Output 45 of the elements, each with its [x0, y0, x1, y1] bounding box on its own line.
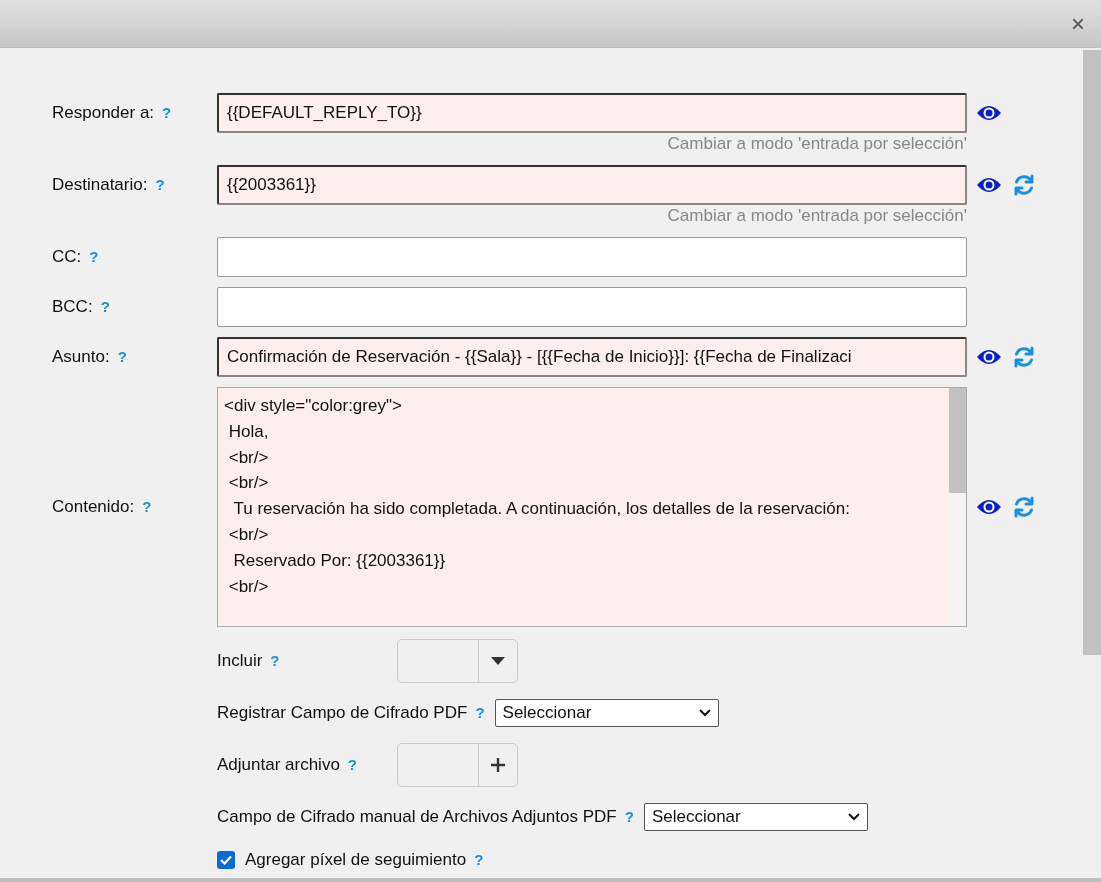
checkbox[interactable] [217, 850, 235, 869]
close-button[interactable]: × [1071, 11, 1085, 36]
field-label: Asunto: [52, 346, 110, 369]
eye-icon[interactable] [976, 497, 1002, 517]
refresh-icon[interactable] [1012, 495, 1036, 519]
chevron-down-icon [847, 813, 860, 821]
refresh-icon[interactable] [1012, 173, 1036, 197]
refresh-icon[interactable] [1012, 345, 1036, 369]
select-field[interactable]: Seleccionar [643, 803, 868, 831]
option-label: Registrar Campo de Cifrado PDF [217, 702, 468, 725]
chevron-down-icon [698, 709, 711, 717]
help-link[interactable]: ? [475, 701, 485, 725]
help-link[interactable]: ? [347, 753, 357, 777]
help-link[interactable]: ? [89, 245, 99, 269]
field-label: Contenido: [52, 496, 135, 519]
field-label: BCC: [52, 296, 93, 319]
eye-icon[interactable] [976, 175, 1002, 195]
text-field[interactable]: {{DEFAULT_REPLY_TO}} [217, 93, 967, 133]
select-field[interactable]: Seleccionar [494, 699, 719, 727]
mode-switch-link[interactable]: Cambiar a modo 'entrada por selección' [667, 205, 967, 227]
help-link[interactable]: ? [270, 649, 280, 673]
check-icon [220, 854, 232, 865]
help-link[interactable]: ? [624, 805, 634, 829]
field-label: Destinatario: [52, 174, 148, 197]
option-label: Agregar píxel de seguimiento [245, 849, 467, 871]
eye-icon[interactable] [976, 347, 1002, 367]
help-link[interactable]: ? [142, 495, 152, 519]
help-link[interactable]: ? [100, 295, 110, 319]
eye-icon[interactable] [976, 103, 1002, 123]
option-label: Campo de Cifrado manual de Archivos Adjuntos PDF [217, 806, 617, 829]
text-field[interactable]: Confirmación de Reservación - {{Sala}} - [{{Fecha de Inicio}}]: {{Fecha de Finalizaci [217, 337, 967, 377]
field-label: CC: [52, 246, 82, 269]
option-label: Incluir [217, 650, 263, 673]
text-field[interactable] [217, 287, 967, 327]
help-link[interactable]: ? [155, 173, 165, 197]
scrollbar[interactable] [949, 388, 966, 626]
text-field[interactable] [217, 237, 967, 277]
field-label: Responder a: [52, 102, 155, 125]
help-link[interactable]: ? [117, 345, 127, 369]
help-link[interactable]: ? [162, 101, 172, 125]
help-link[interactable]: ? [474, 848, 484, 871]
option-label: Adjuntar archivo [217, 754, 340, 777]
mode-switch-link[interactable]: Cambiar a modo 'entrada por selección' [667, 133, 967, 155]
content-textarea[interactable]: <div style="color:grey"> Hola, <br/> <br/> Tu reservación ha sido completada. A continuación, los detalles de la reservación: <br/> Reservado Por: {{2003361}} <br/> [217, 387, 967, 627]
text-field[interactable]: {{2003361}} [217, 165, 967, 205]
